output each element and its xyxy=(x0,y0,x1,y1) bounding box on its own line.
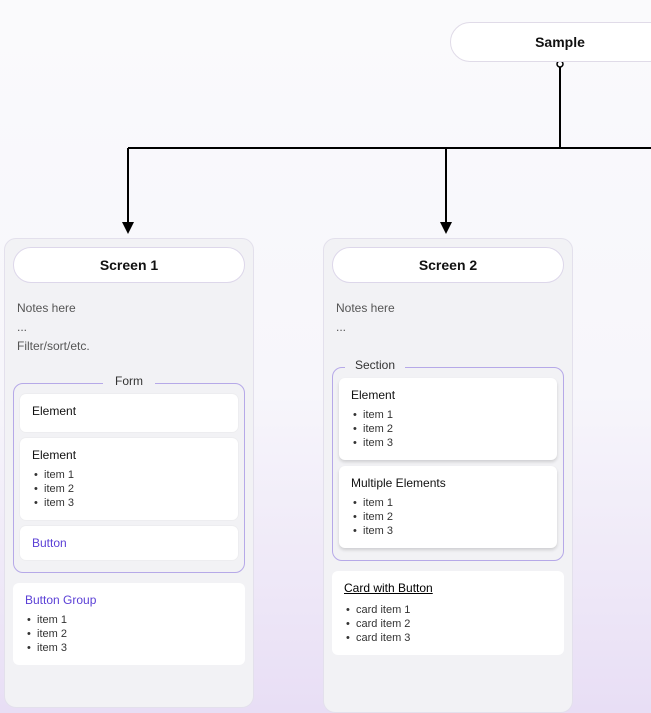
screen-1-title[interactable]: Screen 1 xyxy=(13,247,245,283)
note-line: Notes here xyxy=(336,299,560,318)
list-item: item 2 xyxy=(32,482,226,496)
list-item: item 1 xyxy=(25,613,233,627)
note-line: Filter/sort/etc. xyxy=(17,337,241,356)
list-item: card item 3 xyxy=(344,631,552,645)
card-with-button[interactable]: Card with Button card item 1 card item 2… xyxy=(332,571,564,655)
list-item: item 1 xyxy=(351,408,545,422)
screen-2-panel: Screen 2 Notes here ... Section Element … xyxy=(323,238,573,713)
screen-1-notes: Notes here ... Filter/sort/etc. xyxy=(13,297,245,365)
element-title: Multiple Elements xyxy=(351,476,545,490)
list-item: item 3 xyxy=(32,496,226,510)
section-element[interactable]: Multiple Elements item 1 item 2 item 3 xyxy=(339,466,557,548)
list-item: item 1 xyxy=(351,496,545,510)
button-group-card[interactable]: Button Group item 1 item 2 item 3 xyxy=(13,583,245,665)
element-item-list: item 1 item 2 item 3 xyxy=(32,468,226,510)
screen-2-title[interactable]: Screen 2 xyxy=(332,247,564,283)
list-item: item 3 xyxy=(351,436,545,450)
card-item-list: card item 1 card item 2 card item 3 xyxy=(344,603,552,645)
list-item: item 2 xyxy=(351,422,545,436)
list-item: card item 1 xyxy=(344,603,552,617)
list-item: card item 2 xyxy=(344,617,552,631)
button-group-list: item 1 item 2 item 3 xyxy=(25,613,233,655)
screen-1-panel: Screen 1 Notes here ... Filter/sort/etc.… xyxy=(4,238,254,708)
note-line: ... xyxy=(336,318,560,337)
note-line: ... xyxy=(17,318,241,337)
card-with-button-title: Card with Button xyxy=(344,581,552,595)
button-label: Button xyxy=(32,536,67,550)
element-item-list: item 1 item 2 item 3 xyxy=(351,408,545,450)
list-item: item 3 xyxy=(25,641,233,655)
note-line: Notes here xyxy=(17,299,241,318)
form-legend: Form xyxy=(103,374,155,388)
form-element[interactable]: Element item 1 item 2 item 3 xyxy=(20,438,238,520)
list-item: item 2 xyxy=(351,510,545,524)
section-legend: Section xyxy=(345,358,405,372)
button-group-title: Button Group xyxy=(25,593,233,607)
list-item: item 3 xyxy=(351,524,545,538)
screen-2-notes: Notes here ... xyxy=(332,297,564,345)
element-title: Element xyxy=(351,388,545,402)
element-title: Element xyxy=(32,404,226,418)
section-fieldset: Section Element item 1 item 2 item 3 Mul… xyxy=(332,367,564,561)
screen-1-title-text: Screen 1 xyxy=(100,257,158,273)
list-item: item 2 xyxy=(25,627,233,641)
root-label: Sample xyxy=(535,34,585,50)
root-node[interactable]: Sample xyxy=(450,22,651,62)
section-element[interactable]: Element item 1 item 2 item 3 xyxy=(339,378,557,460)
element-title: Element xyxy=(32,448,226,462)
screen-2-title-text: Screen 2 xyxy=(419,257,477,273)
form-element[interactable]: Element xyxy=(20,394,238,432)
element-item-list: item 1 item 2 item 3 xyxy=(351,496,545,538)
form-fieldset: Form Element Element item 1 item 2 item … xyxy=(13,383,245,573)
list-item: item 1 xyxy=(32,468,226,482)
form-button[interactable]: Button xyxy=(20,526,238,560)
